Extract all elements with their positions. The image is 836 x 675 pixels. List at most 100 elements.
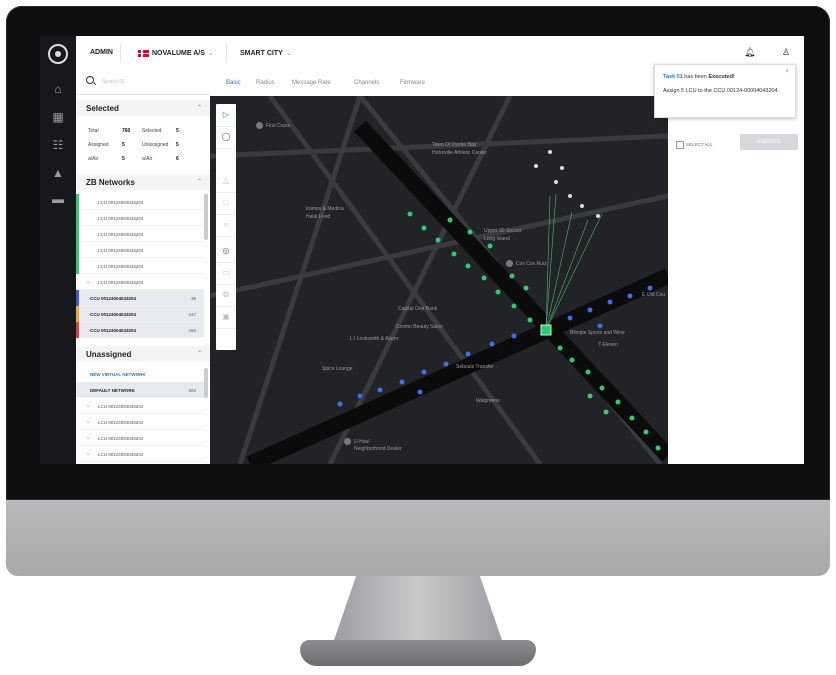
- unassigned-row[interactable]: ⌄ LCU 00124004043204: [76, 414, 204, 430]
- white-lcu-markers: [534, 150, 600, 218]
- map-label: Capital One Bank: [398, 306, 438, 312]
- default-network-label: DEFAULT NETWORK: [90, 388, 135, 393]
- folder-tool-icon[interactable]: ▭: [216, 262, 236, 285]
- map-label: Cosmo Beauty Salon: [396, 324, 443, 330]
- zb-network-row[interactable]: LCU 00124004043204: [76, 194, 204, 210]
- home-icon[interactable]: ⌂: [50, 82, 66, 96]
- zb-network-row[interactable]: ⌄ LCU 00124004043204: [76, 274, 204, 290]
- tab-firmware[interactable]: Firmware: [400, 80, 425, 86]
- chevron-down-icon[interactable]: ⌄: [86, 451, 90, 457]
- chevron-up-icon: ⌃: [196, 105, 202, 111]
- map-icon[interactable]: ▦: [50, 110, 66, 124]
- default-network-row[interactable]: DEFAULT NETWORK 500: [76, 382, 204, 398]
- stat-a: a/Air 5: [88, 156, 125, 162]
- chevron-down-icon[interactable]: ⌄: [86, 279, 90, 285]
- network-color-bar: [76, 290, 79, 306]
- task-status: Executed!: [708, 74, 735, 80]
- network-color-bar: [76, 258, 79, 274]
- app-screen: ⌂ ▦ ☷ ▲ ▬ ADMIN NOVALUME A/S ⌄ SMART CITY…: [40, 36, 804, 464]
- execute-button[interactable]: EXECUTE: [740, 134, 798, 150]
- network-id: CCU 00124004043204: [90, 328, 137, 333]
- target-tool-icon[interactable]: ◎: [216, 240, 236, 263]
- map-label: Blimpie Sports and Wine: [570, 330, 625, 336]
- circle-tool-icon[interactable]: ○: [216, 214, 236, 237]
- network-color-bar: [76, 226, 79, 242]
- chevron-down-icon[interactable]: ⌄: [86, 435, 90, 441]
- zb-network-row[interactable]: CCU 00124004043204 147: [76, 306, 204, 322]
- network-id: LCU 00124004043204: [98, 280, 144, 285]
- section-title: ZB Networks: [86, 178, 135, 187]
- map-label: Hicksville Athletic Center: [432, 150, 487, 156]
- zb-networks-section-header[interactable]: ZB Networks ⌃: [76, 174, 210, 190]
- layers-tool-icon[interactable]: ▣: [216, 306, 236, 329]
- tab-basic[interactable]: Basic: [226, 80, 241, 86]
- folder-icon[interactable]: ▬: [50, 192, 66, 206]
- tab-radius[interactable]: Radius: [256, 80, 275, 86]
- bell-icon[interactable]: 🔔︎: [744, 47, 755, 58]
- network-sidebar: Search ID Selected ⌃ Total 760 Selected 5 A…: [76, 70, 211, 464]
- map-label: Cox Cox Ruiz: [506, 260, 547, 267]
- map-label: Halal Food: [306, 214, 331, 220]
- scrollbar[interactable]: [204, 368, 208, 398]
- chevron-down-icon: ⌄: [207, 50, 214, 57]
- task-notification: Task 01 has been Executed! Assign 5 LCU …: [654, 64, 796, 118]
- logo-icon[interactable]: [48, 44, 68, 64]
- network-id: LCU 00124004043204: [98, 264, 144, 269]
- zb-network-row[interactable]: CCU 00124004043204 150: [76, 322, 204, 338]
- map-label: Sebouls Transfer: [456, 364, 494, 370]
- unassigned-section-header[interactable]: Unassigned ⌃: [76, 346, 210, 362]
- tab-channels[interactable]: Channels: [354, 80, 379, 86]
- zb-network-row[interactable]: CCU 00124004043204 36: [76, 290, 204, 306]
- chevron-down-icon[interactable]: ⌄: [86, 419, 90, 425]
- zb-network-row[interactable]: LCU 00124004043204: [76, 258, 204, 274]
- unassigned-row[interactable]: ⌄ LCU 00124004043204: [76, 430, 204, 446]
- task-id[interactable]: Task 01: [663, 74, 683, 80]
- network-color-bar: [76, 242, 79, 258]
- lasso-tool-icon[interactable]: ◯: [216, 126, 236, 149]
- network-count: 36: [190, 296, 196, 301]
- tab-message-rate[interactable]: Message Rate: [292, 80, 331, 86]
- nav-rail: ⌂ ▦ ☷ ▲ ▬: [40, 36, 76, 464]
- project-name: SMART CITY: [240, 50, 283, 57]
- list-icon[interactable]: ☷: [50, 138, 66, 152]
- search-bar[interactable]: Search ID: [76, 70, 210, 95]
- city-map[interactable]: ▷ ◯ △ □ ○ ◎ ▭ ⚙ ▣ First Cross Town Of Oy…: [210, 96, 668, 464]
- close-icon[interactable]: ×: [785, 69, 789, 75]
- stat-total: Total 760: [88, 128, 131, 134]
- lcu-id: LCU 00124004043204: [98, 436, 144, 441]
- network-id: LCU 00124004043204: [98, 232, 144, 237]
- select-all-label: SELECT ALL: [686, 142, 713, 147]
- project-selector[interactable]: SMART CITY ⌄: [240, 49, 292, 57]
- unassigned-row[interactable]: ⌄ LCU 00124004043204: [76, 446, 204, 462]
- select-all-checkbox[interactable]: [676, 141, 684, 149]
- network-id: LCU 00124004043204: [98, 248, 144, 253]
- network-color-bar: [76, 194, 79, 210]
- map-toolbar: ▷ ◯ △ □ ○ ◎ ▭ ⚙ ▣: [216, 104, 236, 350]
- map-label: 7-Eleven: [598, 342, 618, 348]
- scrollbar[interactable]: [204, 194, 208, 240]
- network-color-bar: [76, 210, 79, 226]
- notification-title: Task 01 has been Executed!: [663, 74, 735, 80]
- lcu-id: LCU 00124004043204: [98, 452, 144, 457]
- pointer-tool-icon[interactable]: ▷: [216, 104, 236, 127]
- zb-network-row[interactable]: LCU 00124004043204: [76, 242, 204, 258]
- square-tool-icon[interactable]: □: [216, 192, 236, 215]
- new-virtual-network-link[interactable]: NEW VIRTUAL NETWORK: [90, 372, 146, 377]
- zb-network-row[interactable]: LCU 00124004043204: [76, 210, 204, 226]
- network-icon[interactable]: ▲: [50, 166, 66, 180]
- chevron-down-icon[interactable]: ⌄: [86, 403, 90, 409]
- selected-section-header[interactable]: Selected ⌃: [76, 100, 210, 116]
- search-input[interactable]: Search ID: [102, 79, 124, 85]
- network-color-bar: [76, 322, 79, 338]
- zb-network-row[interactable]: LCU 00124004043204: [76, 226, 204, 242]
- monitor-stand-base: [300, 640, 536, 666]
- unassigned-row[interactable]: ⌄ LCU 00124004043204: [76, 398, 204, 414]
- company-selector[interactable]: NOVALUME A/S ⌄: [138, 49, 214, 57]
- role-label: ADMIN: [90, 49, 113, 56]
- denmark-flag-icon: [138, 49, 149, 57]
- shape-tool-icon[interactable]: △: [216, 170, 236, 193]
- settings-tool-icon[interactable]: ⚙: [216, 284, 236, 307]
- map-label: Upper 90 Soccer: [484, 228, 522, 234]
- user-icon[interactable]: ♙: [782, 47, 790, 58]
- lcu-id: LCU 00124004043204: [98, 404, 144, 409]
